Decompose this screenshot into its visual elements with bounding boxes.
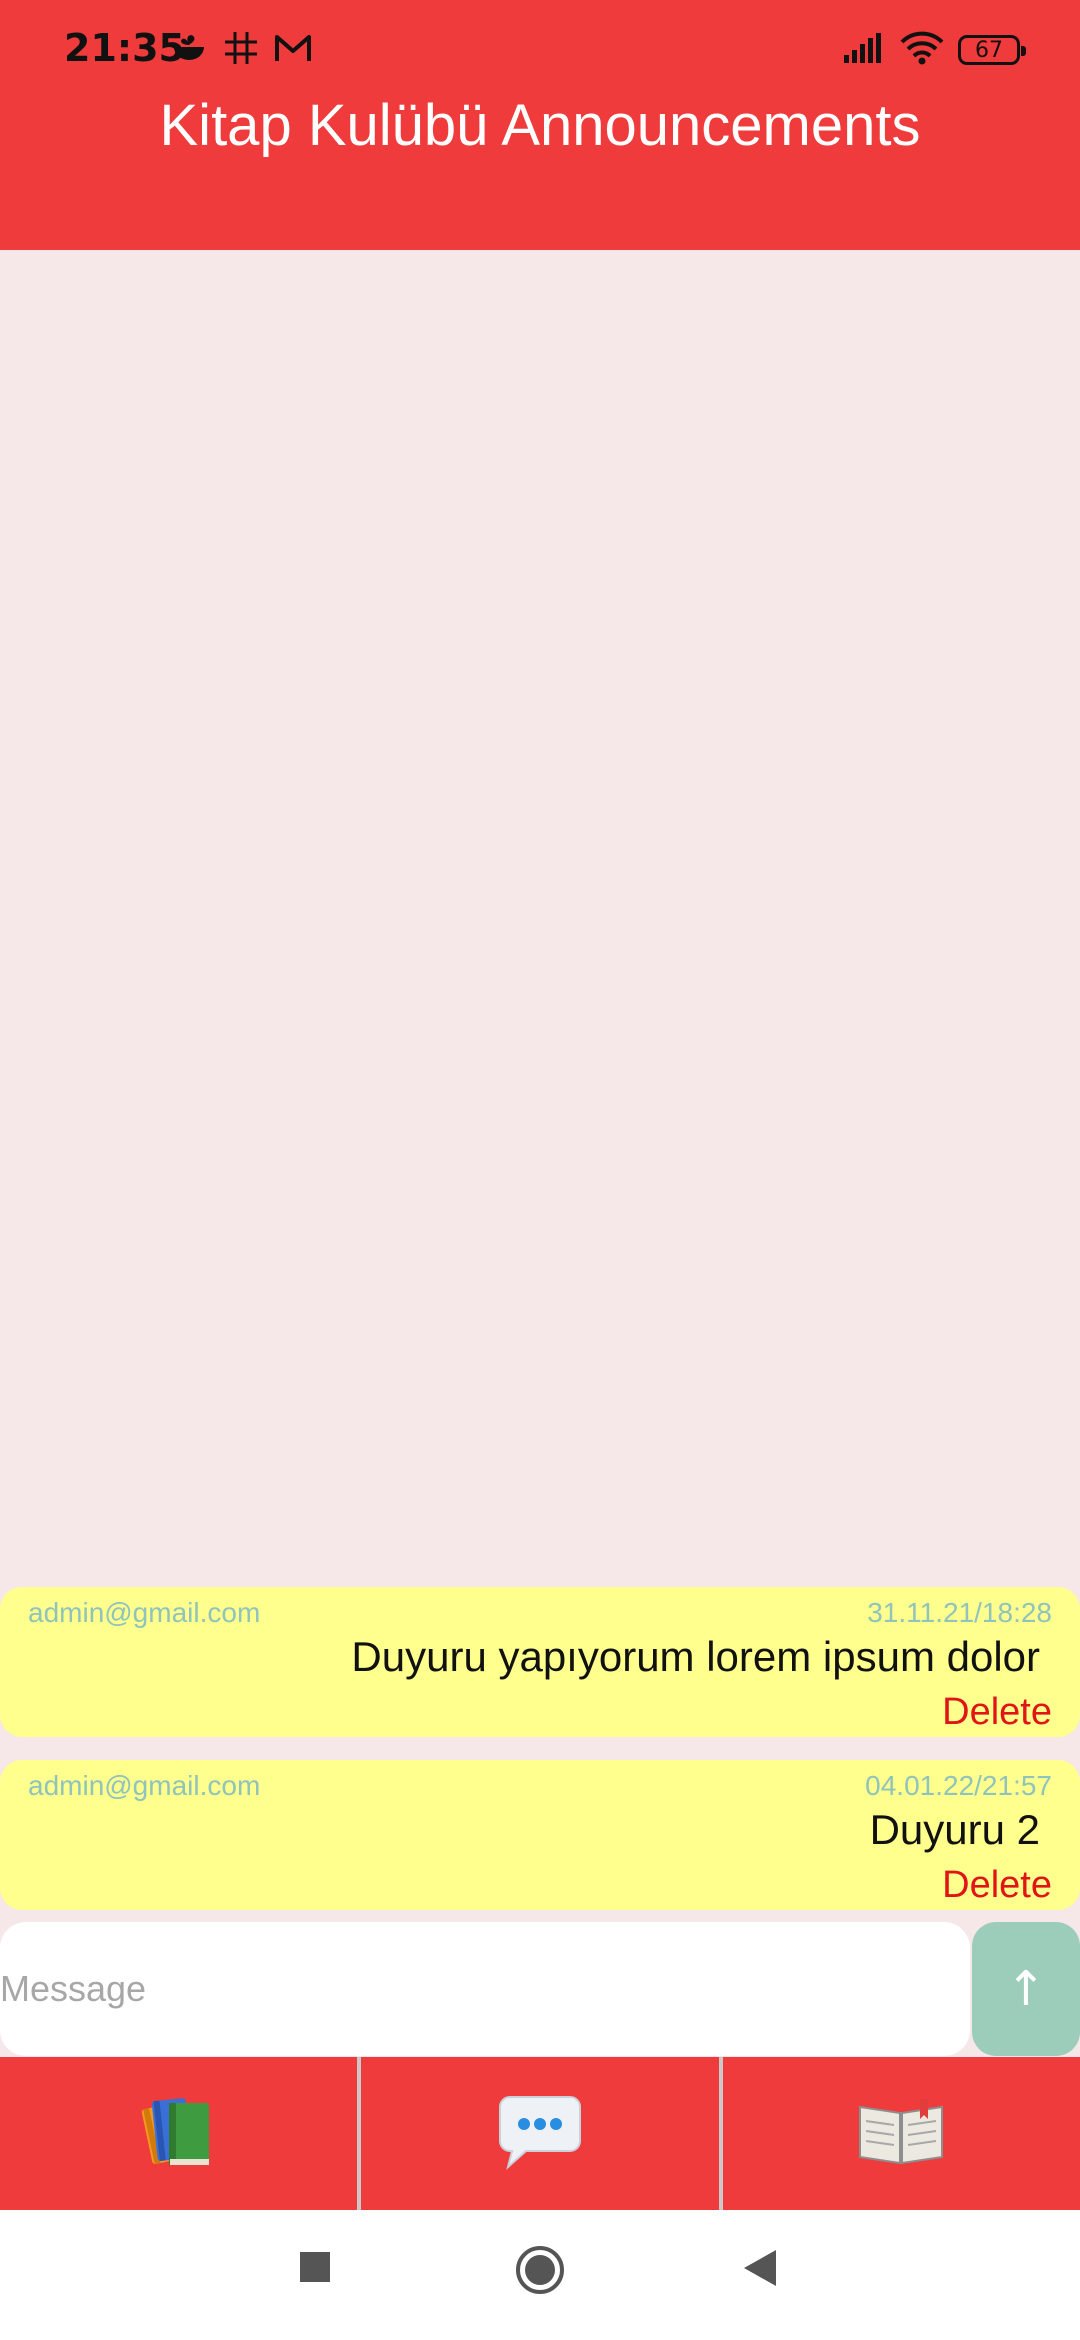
nav-item-books[interactable] — [0, 2057, 357, 2210]
nav-item-chat[interactable] — [357, 2057, 718, 2210]
message-author: admin@gmail.com — [28, 1770, 261, 1801]
message-text: Duyuru 2 — [869, 1806, 1040, 1853]
message-date: 04.01.22/21:57 — [865, 1770, 1052, 1801]
message-text: Duyuru yapıyorum lorem ipsum dolor — [351, 1633, 1040, 1680]
page-title: Kitap Kulübü Announcements — [159, 93, 921, 158]
wifi-icon — [900, 31, 944, 70]
status-bar: 21:35 67 — [0, 0, 1080, 100]
system-nav-bar — [0, 2210, 1080, 2340]
list-item: admin@gmail.com 31.11.21/18:28 Duyuru ya… — [0, 1587, 1080, 1737]
nav-item-reading[interactable] — [718, 2057, 1080, 2210]
gmail-icon — [274, 31, 312, 70]
message-input[interactable] — [0, 1922, 970, 2056]
delete-button[interactable]: Delete — [942, 1864, 1052, 1907]
back-triangle-icon[interactable] — [742, 2248, 778, 2293]
grid-hash-icon — [222, 29, 260, 72]
app-header: 21:35 67 Kitap Kulübü Announcements — [0, 0, 1080, 250]
open-book-icon — [856, 2093, 946, 2174]
delete-button[interactable]: Delete — [942, 1691, 1052, 1734]
leaf-bowl-icon — [170, 29, 208, 72]
signal-icon — [842, 31, 886, 70]
list-item: admin@gmail.com 04.01.22/21:57 Duyuru 2 … — [0, 1760, 1080, 1910]
books-icon — [137, 2089, 221, 2178]
bottom-nav — [0, 2057, 1080, 2210]
message-composer: ↑ — [0, 1922, 1080, 2056]
chat-bubble-icon — [496, 2091, 584, 2176]
status-time: 21:35 — [64, 26, 185, 70]
status-notification-icons — [170, 30, 312, 70]
battery-icon: 67 — [958, 35, 1026, 65]
home-circle-icon[interactable] — [514, 2244, 566, 2301]
recents-square-icon[interactable] — [298, 2250, 332, 2289]
status-system-icons: 67 — [842, 28, 1026, 72]
message-date: 31.11.21/18:28 — [867, 1597, 1052, 1628]
message-author: admin@gmail.com — [28, 1597, 261, 1628]
send-button[interactable]: ↑ — [972, 1922, 1080, 2056]
arrow-up-icon: ↑ — [1005, 1961, 1047, 2017]
